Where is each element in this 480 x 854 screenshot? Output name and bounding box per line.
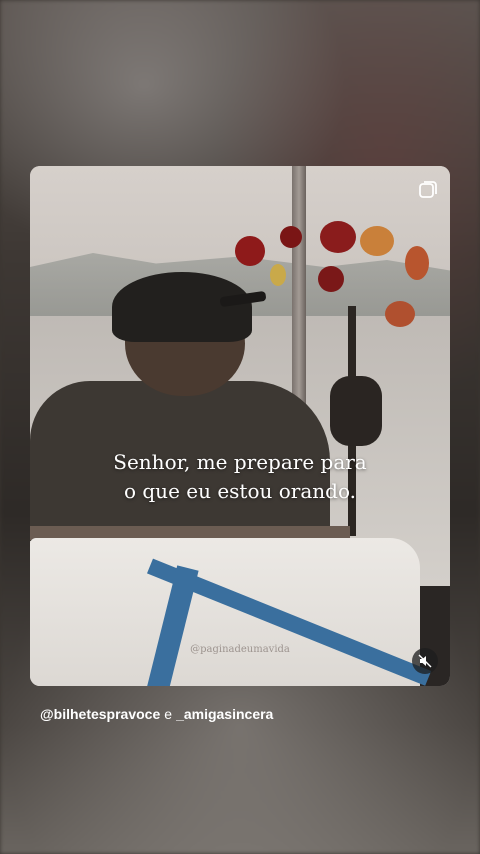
carousel-icon bbox=[418, 180, 438, 200]
flower-red bbox=[318, 266, 344, 292]
flower-red bbox=[280, 226, 302, 248]
credit-line: @bilhetespravoce e _amigasincera bbox=[40, 706, 273, 722]
flower-red bbox=[320, 221, 356, 253]
quote-line-1: Senhor, me prepare para bbox=[113, 450, 367, 474]
white-sack bbox=[30, 538, 420, 686]
mute-toggle-button[interactable] bbox=[412, 648, 438, 674]
credit-conjunction: e bbox=[164, 706, 173, 722]
flower-orange bbox=[385, 301, 415, 327]
flower-red bbox=[235, 236, 265, 266]
story-post-card[interactable]: Senhor, me prepare para o que eu estou o… bbox=[30, 166, 450, 686]
photo-hand bbox=[330, 376, 382, 446]
watermark-text: @paginadeumavida bbox=[190, 644, 290, 655]
flower-yellow bbox=[270, 264, 286, 286]
speaker-muted-icon bbox=[418, 654, 432, 668]
flower-orange bbox=[360, 226, 394, 256]
credit-user-1[interactable]: @bilhetespravoce bbox=[40, 706, 160, 722]
flower-orange bbox=[405, 246, 429, 280]
credit-user-2[interactable]: _amigasincera bbox=[176, 706, 273, 722]
man-cap bbox=[112, 272, 252, 342]
quote-text: Senhor, me prepare para o que eu estou o… bbox=[30, 448, 450, 506]
quote-line-2: o que eu estou orando. bbox=[123, 479, 357, 503]
